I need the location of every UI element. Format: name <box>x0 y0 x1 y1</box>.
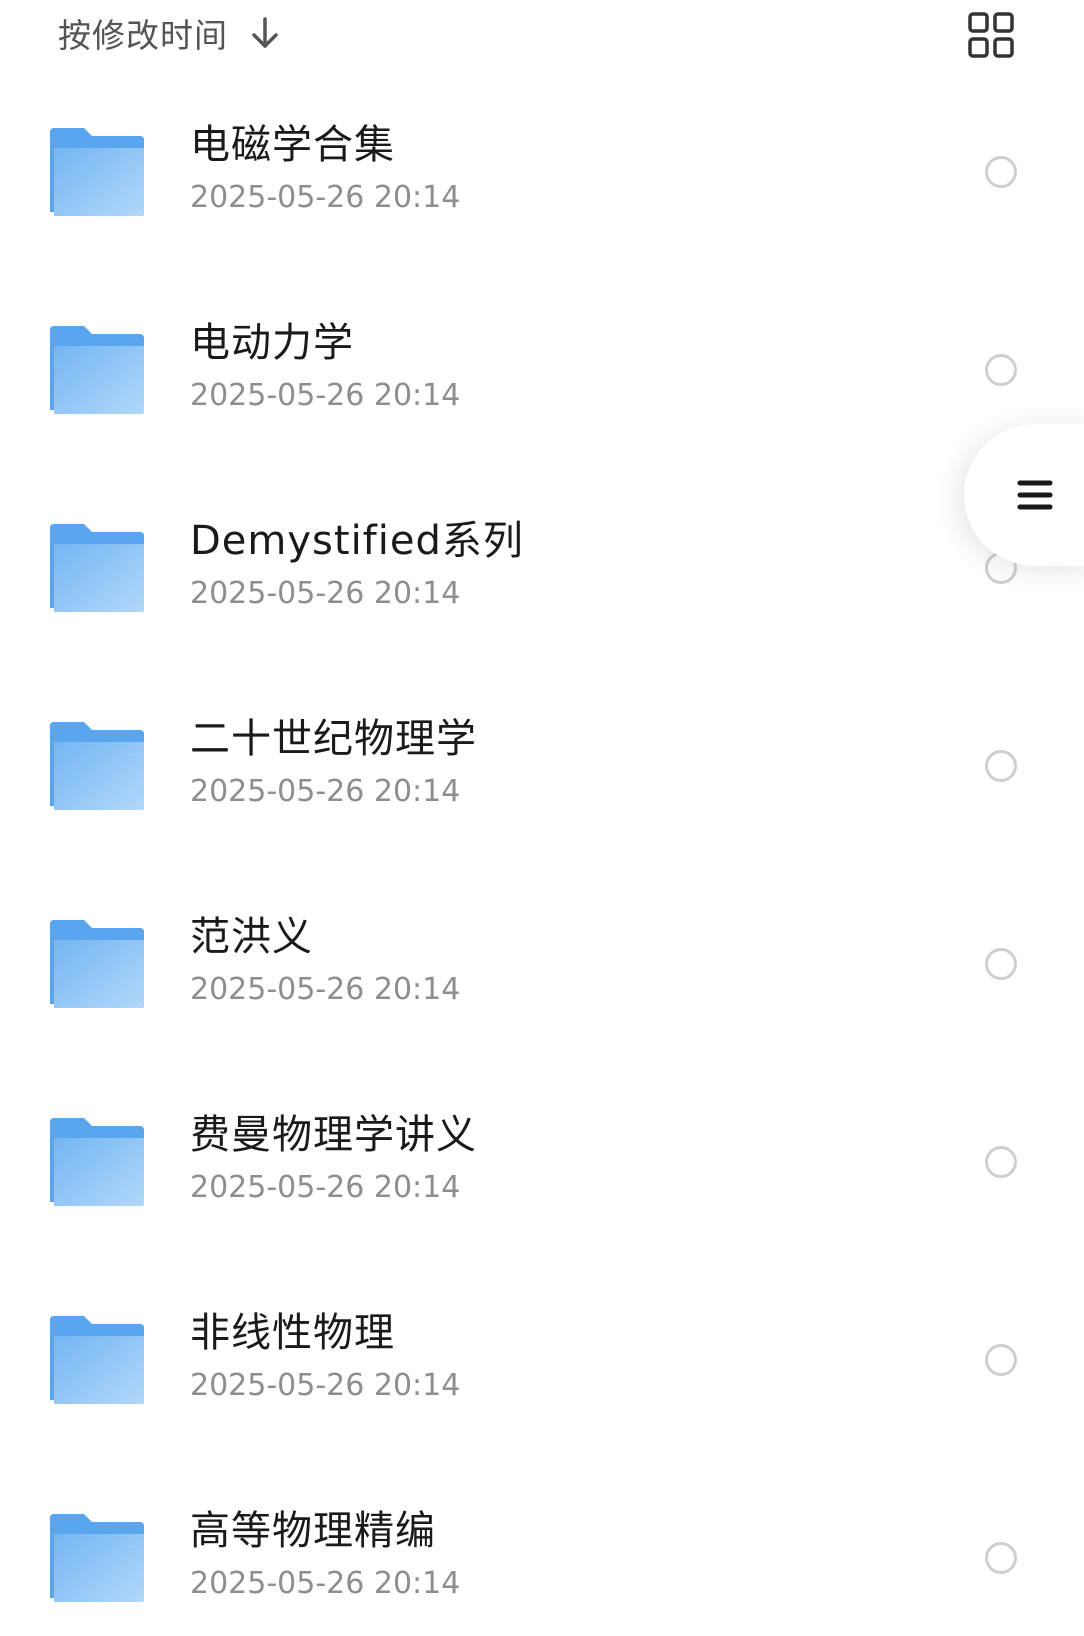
folder-icon <box>48 324 148 416</box>
list-item[interactable]: 电动力学 2025-05-26 20:14 <box>0 272 1084 470</box>
item-name: Demystified系列 <box>190 518 524 564</box>
item-name: 电磁学合集 <box>190 122 395 168</box>
folder-icon <box>48 126 148 218</box>
folder-icon <box>48 1512 148 1604</box>
grid-view-icon[interactable] <box>968 12 1014 58</box>
item-date: 2025-05-26 20:14 <box>190 774 461 809</box>
item-name: 电动力学 <box>190 320 354 366</box>
list-item[interactable]: 电磁学合集 2025-05-26 20:14 <box>0 74 1084 272</box>
item-name: 费曼物理学讲义 <box>190 1112 477 1158</box>
list-item[interactable]: 二十世纪物理学 2025-05-26 20:14 <box>0 668 1084 866</box>
folder-icon <box>48 1116 148 1208</box>
select-radio[interactable] <box>985 354 1017 386</box>
item-name: 高等物理精编 <box>190 1508 436 1554</box>
item-date: 2025-05-26 20:14 <box>190 1566 461 1601</box>
sort-bar: 按修改时间 <box>0 0 1084 70</box>
folder-icon <box>48 1314 148 1406</box>
item-date: 2025-05-26 20:14 <box>190 180 461 215</box>
folder-icon <box>48 918 148 1010</box>
select-radio[interactable] <box>985 1344 1017 1376</box>
arrow-down-icon <box>250 16 280 50</box>
select-radio[interactable] <box>985 948 1017 980</box>
menu-icon <box>1016 476 1054 514</box>
item-date: 2025-05-26 20:14 <box>190 1368 461 1403</box>
item-date: 2025-05-26 20:14 <box>190 378 461 413</box>
list-item[interactable]: 高等物理精编 2025-05-26 20:14 <box>0 1460 1084 1636</box>
file-list: 电磁学合集 2025-05-26 20:14 电动力学 2025-05-26 20:1… <box>0 74 1084 1636</box>
item-name: 二十世纪物理学 <box>190 716 477 762</box>
select-radio[interactable] <box>985 750 1017 782</box>
select-radio[interactable] <box>985 156 1017 188</box>
list-item[interactable]: 非线性物理 2025-05-26 20:14 <box>0 1262 1084 1460</box>
item-name: 范洪义 <box>190 914 313 960</box>
sort-by-modified-button[interactable]: 按修改时间 <box>58 8 280 58</box>
list-item[interactable]: 范洪义 2025-05-26 20:14 <box>0 866 1084 1064</box>
folder-icon <box>48 522 148 614</box>
item-date: 2025-05-26 20:14 <box>190 972 461 1007</box>
select-radio[interactable] <box>985 1542 1017 1574</box>
file-browser: 按修改时间 电磁学合集 2025-05-26 20:14 电动力学 2025-05-2… <box>0 0 1084 1636</box>
item-date: 2025-05-26 20:14 <box>190 1170 461 1205</box>
item-name: 非线性物理 <box>190 1310 395 1356</box>
list-item[interactable]: 费曼物理学讲义 2025-05-26 20:14 <box>0 1064 1084 1262</box>
item-date: 2025-05-26 20:14 <box>190 576 461 611</box>
sort-label: 按修改时间 <box>58 16 228 55</box>
folder-icon <box>48 720 148 812</box>
list-item[interactable]: Demystified系列 2025-05-26 20:14 <box>0 470 1084 668</box>
select-radio[interactable] <box>985 1146 1017 1178</box>
